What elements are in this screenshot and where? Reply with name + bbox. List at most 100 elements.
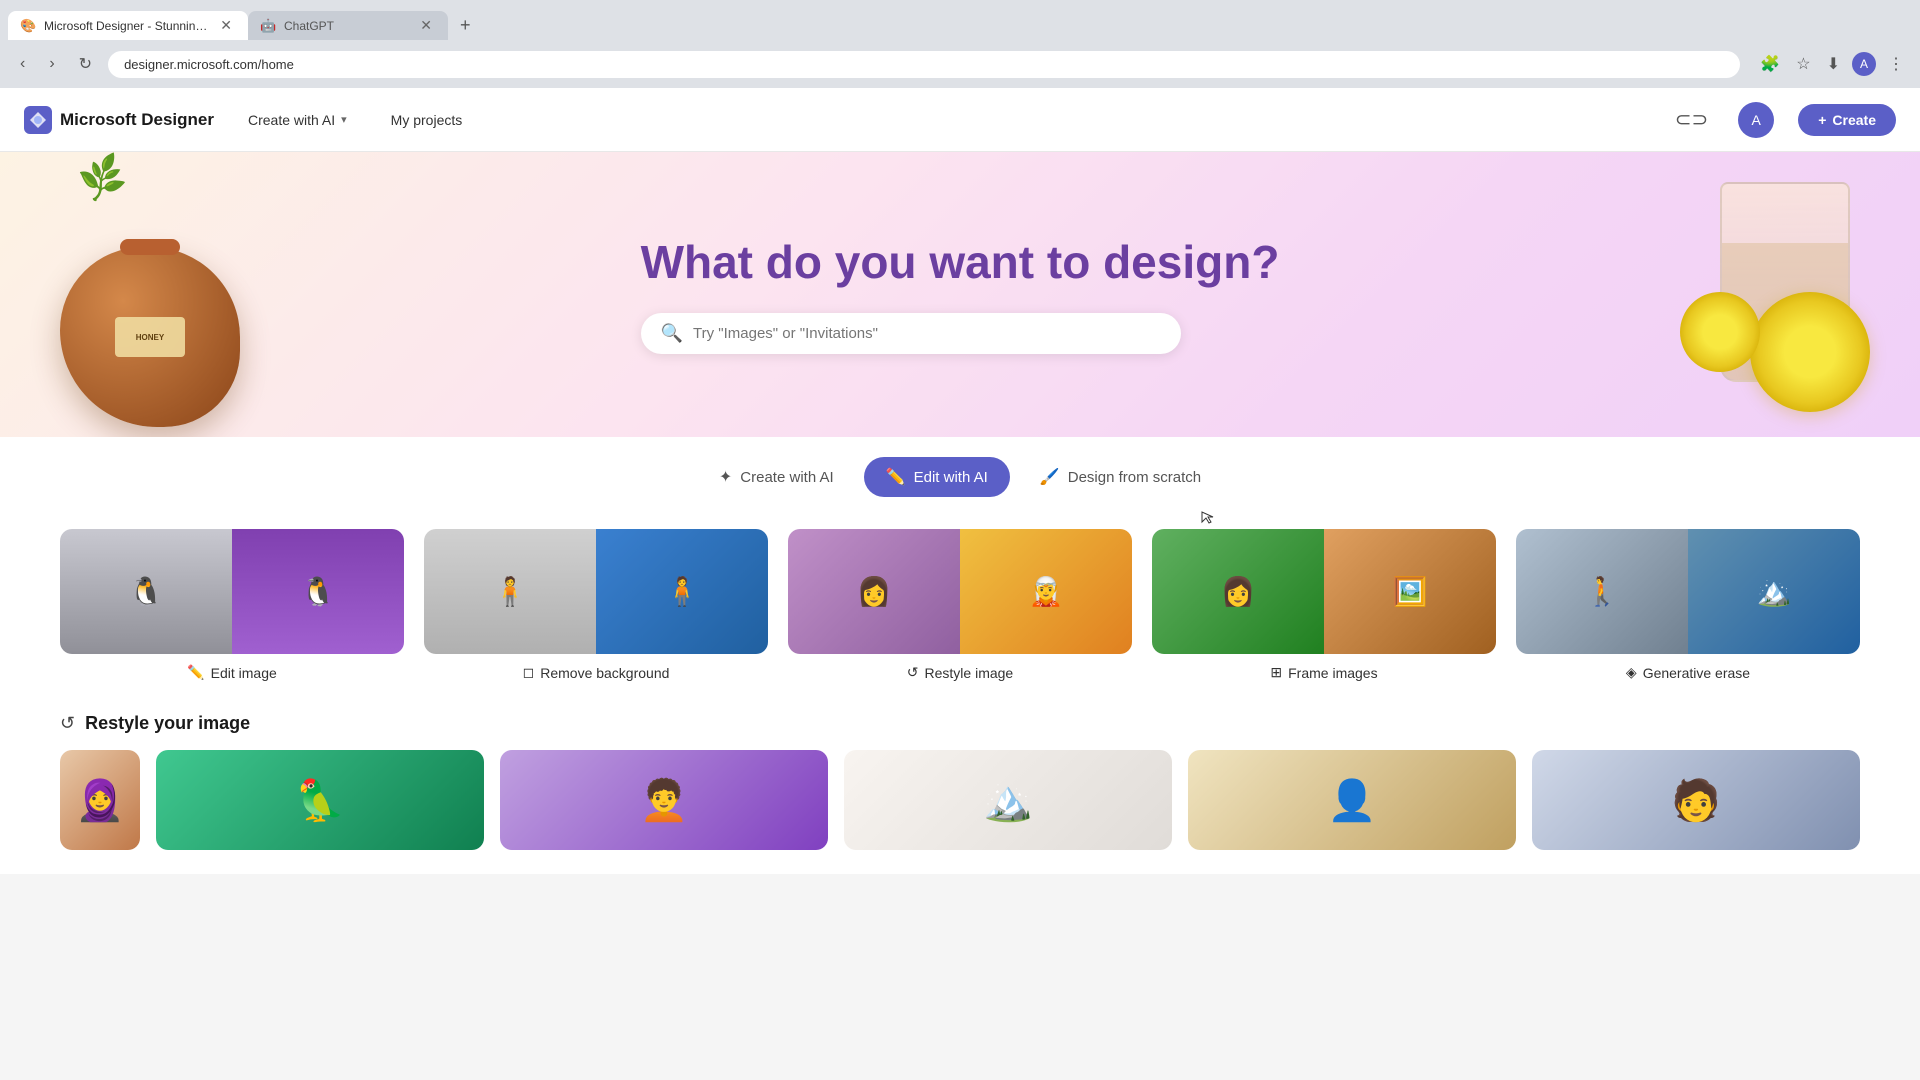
back-button[interactable]: ‹ xyxy=(12,51,33,77)
penguin-purple-half: 🐧 xyxy=(232,529,404,654)
navbar: Microsoft Designer Create with AI ▾ My p… xyxy=(0,88,1920,152)
new-tab-button[interactable]: + xyxy=(448,11,483,40)
tab-design-scratch[interactable]: 🖌️ Design from scratch xyxy=(1018,457,1223,497)
tab-design-scratch-label: Design from scratch xyxy=(1068,469,1201,486)
hero-search-bar[interactable]: 🔍 xyxy=(641,313,1181,354)
browser-chrome: 🎨 Microsoft Designer - Stunning... ✕ 🤖 C… xyxy=(0,0,1920,88)
remove-bg-icon: ◻ xyxy=(523,664,535,681)
herb-decoration: 🌿 xyxy=(74,152,130,205)
nav-my-projects-label: My projects xyxy=(391,112,463,128)
create-button-label: Create xyxy=(1832,112,1876,128)
card-remove-bg-preview: 🧍 🧍 xyxy=(424,529,768,654)
create-ai-icon: ✦ xyxy=(719,467,732,487)
honey-jar-top xyxy=(120,239,180,255)
woman-cartoon-half: 🧝 xyxy=(960,529,1132,654)
create-plus-icon: + xyxy=(1818,112,1826,128)
edit-cards-grid: 🐧 🐧 ✏️ Edit image 🧍 🧍 ◻ Remove backgroun… xyxy=(60,529,1860,681)
portrait-card: 👤 xyxy=(1188,750,1516,850)
download-icon[interactable]: ⬇ xyxy=(1823,50,1844,78)
design-scratch-icon: 🖌️ xyxy=(1040,467,1060,487)
card-remove-bg-label: ◻ Remove background xyxy=(523,664,670,681)
edit-image-icon: ✏️ xyxy=(187,664,204,681)
edit-ai-icon: ✏️ xyxy=(886,467,906,487)
tab-close-designer[interactable]: ✕ xyxy=(220,17,232,34)
hero-title: What do you want to design? xyxy=(641,235,1280,289)
honey-jar-label: HONEY xyxy=(115,317,185,357)
hero-section: 🌿 HONEY What do you want to design? 🔍 xyxy=(0,152,1920,437)
generative-erase-icon: ◈ xyxy=(1626,664,1637,681)
extensions-icon[interactable]: 🧩 xyxy=(1756,50,1784,78)
card-frame-images-preview: 👩 🖼️ xyxy=(1152,529,1496,654)
lemon-slice-big xyxy=(1750,292,1870,412)
mountain-card: 🏔️ xyxy=(844,750,1172,850)
mode-tabs: ✦ Create with AI ✏️ Edit with AI 🖌️ Desi… xyxy=(0,437,1920,513)
person-pixel-card: 🧑 xyxy=(1532,750,1860,850)
restyle-section-title: Restyle your image xyxy=(85,713,250,734)
tab-title-designer: Microsoft Designer - Stunning... xyxy=(44,19,208,33)
brand-logo xyxy=(24,106,52,134)
card-frame-images[interactable]: 👩 🖼️ ⊞ Frame images xyxy=(1152,529,1496,681)
brand[interactable]: Microsoft Designer xyxy=(24,106,214,134)
hero-content: What do you want to design? 🔍 xyxy=(641,235,1280,354)
profile-browser-icon[interactable]: A xyxy=(1852,52,1876,76)
card-remove-bg[interactable]: 🧍 🧍 ◻ Remove background xyxy=(424,529,768,681)
tab-create-ai[interactable]: ✦ Create with AI xyxy=(697,457,856,497)
skater-bw-half: 🧍 xyxy=(424,529,596,654)
woman-photo-half: 👩 xyxy=(1152,529,1324,654)
restyle-grid: 🧕 🦜 🧑‍🦱 🏔️ 👤 🧑 xyxy=(60,750,1860,850)
nav-my-projects[interactable]: My projects xyxy=(381,106,473,134)
card-generative-erase[interactable]: 🚶 🏔️ ◈ Generative erase xyxy=(1516,529,1860,681)
tab-favicon-chatgpt: 🤖 xyxy=(260,18,276,34)
restyle-card-3[interactable]: 🏔️ xyxy=(844,750,1172,850)
hiker-real-half: 🚶 xyxy=(1516,529,1688,654)
share-nav-icon[interactable]: ⊂⊃ xyxy=(1669,101,1715,138)
tab-create-ai-label: Create with AI xyxy=(740,469,833,486)
settings-icon[interactable]: ⋮ xyxy=(1884,50,1908,78)
card-frame-images-label: ⊞ Frame images xyxy=(1270,664,1377,681)
profile-nav-icon[interactable]: A xyxy=(1738,102,1774,138)
card-edit-image[interactable]: 🐧 🐧 ✏️ Edit image xyxy=(60,529,404,681)
card-restyle-image-preview: 👩 🧝 xyxy=(788,529,1132,654)
hero-right-decoration xyxy=(1600,162,1890,432)
hero-left-decoration: 🌿 HONEY xyxy=(20,157,330,437)
restyle-card-1[interactable]: 🦜 xyxy=(156,750,484,850)
lemon-slice-small xyxy=(1680,292,1760,372)
reload-button[interactable]: ↻ xyxy=(71,50,100,78)
card-restyle-image[interactable]: 👩 🧝 ↺ Restyle image xyxy=(788,529,1132,681)
address-input[interactable] xyxy=(108,51,1740,78)
forward-button[interactable]: › xyxy=(41,51,62,77)
tab-edit-ai[interactable]: ✏️ Edit with AI xyxy=(864,457,1010,497)
restyle-card-5[interactable]: 🧑 xyxy=(1532,750,1860,850)
browser-tab-bar: 🎨 Microsoft Designer - Stunning... ✕ 🤖 C… xyxy=(0,0,1920,40)
nav-create-ai[interactable]: Create with AI ▾ xyxy=(238,106,357,134)
nav-create-ai-label: Create with AI xyxy=(248,112,335,128)
woman-framed-half: 🖼️ xyxy=(1324,529,1496,654)
tab-chatgpt[interactable]: 🤖 ChatGPT ✕ xyxy=(248,11,448,40)
penguin-bw-half: 🐧 xyxy=(60,529,232,654)
card-edit-image-preview: 🐧 🐧 xyxy=(60,529,404,654)
bookmark-icon[interactable]: ☆ xyxy=(1792,50,1814,78)
tab-edit-ai-label: Edit with AI xyxy=(914,469,988,486)
card-generative-erase-label: ◈ Generative erase xyxy=(1626,664,1750,681)
frame-images-icon: ⊞ xyxy=(1270,664,1282,681)
restyle-card-2[interactable]: 🧑‍🦱 xyxy=(500,750,828,850)
nav-chevron-icon: ▾ xyxy=(341,113,347,126)
brand-name: Microsoft Designer xyxy=(60,110,214,130)
edit-cards-section: 🐧 🐧 ✏️ Edit image 🧍 🧍 ◻ Remove backgroun… xyxy=(0,513,1920,705)
restyle-image-icon: ↺ xyxy=(907,664,919,681)
tab-designer[interactable]: 🎨 Microsoft Designer - Stunning... ✕ xyxy=(8,11,248,40)
honey-jar: HONEY xyxy=(60,247,240,427)
card-edit-image-label: ✏️ Edit image xyxy=(187,664,277,681)
woman-real-half: 👩 xyxy=(788,529,960,654)
search-input[interactable] xyxy=(693,325,1161,342)
card-generative-erase-preview: 🚶 🏔️ xyxy=(1516,529,1860,654)
app: Microsoft Designer Create with AI ▾ My p… xyxy=(0,88,1920,874)
restyle-section-header: ↺ Restyle your image xyxy=(60,713,1860,734)
tab-close-chatgpt[interactable]: ✕ xyxy=(420,17,432,34)
tab-favicon-designer: 🎨 xyxy=(20,18,36,34)
restyle-card-4[interactable]: 👤 xyxy=(1188,750,1516,850)
create-button[interactable]: + Create xyxy=(1798,104,1896,136)
restyle-card-partial[interactable]: 🧕 xyxy=(60,750,140,850)
tab-title-chatgpt: ChatGPT xyxy=(284,19,408,33)
card-restyle-image-label: ↺ Restyle image xyxy=(907,664,1013,681)
